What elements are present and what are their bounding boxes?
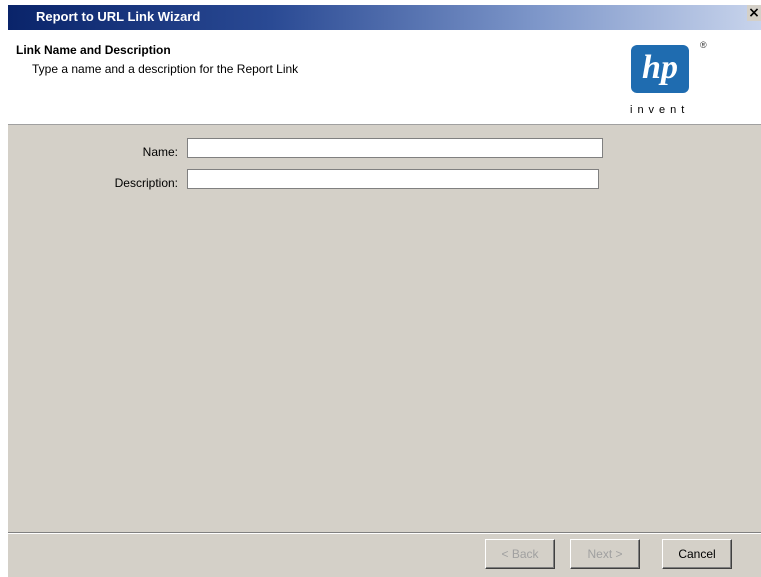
- wizard-window: Report to URL Link Wizard × Link Name an…: [0, 0, 761, 577]
- close-icon: ×: [748, 5, 760, 21]
- window-title: Report to URL Link Wizard: [36, 9, 201, 24]
- description-input[interactable]: [187, 169, 599, 189]
- page-subtitle: Type a name and a description for the Re…: [32, 62, 299, 76]
- description-label: Description:: [114, 176, 178, 190]
- registered-mark: ®: [700, 40, 707, 50]
- title-bar[interactable]: Report to URL Link Wizard: [8, 5, 761, 30]
- page-title: Link Name and Description: [16, 43, 171, 57]
- cancel-button[interactable]: Cancel: [662, 539, 732, 569]
- hp-logo: hp ® invent: [616, 38, 756, 118]
- wizard-header: Link Name and Description Type a name an…: [8, 30, 761, 125]
- close-button[interactable]: ×: [747, 5, 761, 21]
- next-button[interactable]: Next >: [570, 539, 640, 569]
- wizard-body: Name: Description:: [8, 125, 761, 533]
- back-button[interactable]: < Back: [485, 539, 555, 569]
- wizard-footer: < Back Next > Cancel: [8, 534, 761, 577]
- hp-logo-mark: hp: [631, 45, 689, 93]
- name-label: Name:: [142, 145, 178, 159]
- name-input[interactable]: [187, 138, 603, 158]
- logo-tagline: invent: [630, 104, 690, 116]
